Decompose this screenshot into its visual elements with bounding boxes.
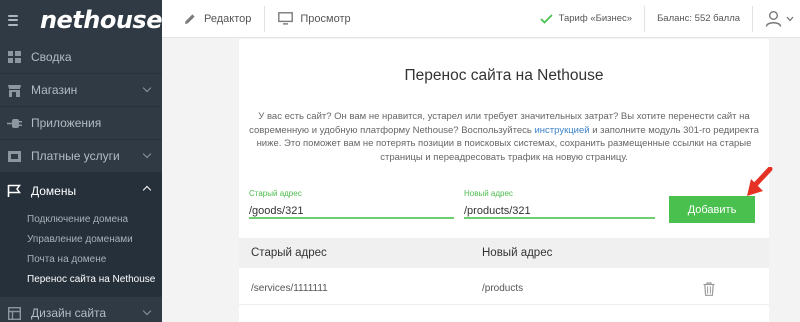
plug-icon	[6, 116, 22, 130]
wallet-icon	[6, 149, 22, 163]
chevron-up-icon	[142, 185, 152, 195]
old-address-input[interactable]	[249, 205, 454, 217]
sidebar: nethouse Сводка Магазин Приложения Платн…	[0, 0, 162, 322]
chevron-down-icon	[786, 16, 794, 21]
submenu-item-domain-mail[interactable]: Почта на домене	[0, 250, 162, 270]
nethouse-logo[interactable]: nethouse	[40, 6, 162, 34]
sidebar-item-summary[interactable]: Сводка	[0, 40, 162, 73]
menu-icon[interactable]	[8, 14, 18, 26]
chevron-down-icon	[142, 149, 152, 159]
balance-label[interactable]: Баланс: 552 балла	[657, 13, 740, 24]
red-arrow-annotation	[747, 167, 773, 196]
preview-button[interactable]: Просмотр	[278, 0, 351, 38]
user-menu[interactable]	[765, 0, 794, 38]
sidebar-item-label: Приложения	[31, 116, 102, 130]
sidebar-item-site-design[interactable]: Дизайн сайта	[0, 296, 162, 322]
chevron-down-icon	[142, 306, 152, 316]
site-transfer-card: Перенос сайта на Nethouse У вас есть сай…	[239, 39, 769, 322]
table-row: /services/1111111 /products	[239, 273, 769, 305]
submenu-item-connect-domain[interactable]: Подключение домена	[0, 210, 162, 230]
new-address-label: Новый адрес	[464, 189, 513, 198]
divider	[644, 5, 646, 32]
old-address-field[interactable]: Старый адрес	[249, 189, 454, 219]
trash-icon	[703, 281, 715, 296]
layout-icon	[6, 306, 22, 320]
monitor-icon	[278, 12, 294, 25]
sidebar-item-apps[interactable]: Приложения	[0, 106, 162, 139]
user-icon	[765, 11, 782, 27]
sidebar-item-label: Магазин	[31, 83, 78, 97]
domains-submenu: Подключение домена Управление доменами П…	[0, 208, 162, 296]
dashboard-icon	[6, 50, 22, 64]
preview-label: Просмотр	[300, 12, 351, 25]
checkmark-icon	[539, 13, 553, 24]
page-description: У вас есть сайт? Он вам не нравится, уст…	[249, 110, 759, 164]
redirects-table-header: Старый адрес Новый адрес	[239, 238, 769, 268]
old-address-cell: /services/1111111	[251, 283, 328, 294]
add-button[interactable]: Добавить	[669, 196, 755, 223]
old-address-label: Старый адрес	[249, 189, 302, 198]
sidebar-item-label: Домены	[31, 183, 77, 198]
submenu-item-site-transfer[interactable]: Перенос сайта на Nethouse	[0, 270, 162, 290]
flag-icon	[6, 184, 22, 198]
new-address-cell: /products	[482, 283, 524, 294]
instruction-link[interactable]: инструкцией	[534, 125, 589, 136]
submenu-item-manage-domains[interactable]: Управление доменами	[0, 230, 162, 250]
shop-icon	[6, 83, 22, 97]
editor-button[interactable]: Редактор	[184, 0, 251, 38]
new-address-input[interactable]	[464, 205, 655, 217]
plan-link[interactable]: Тариф «Бизнес»	[539, 13, 633, 24]
sidebar-header: nethouse	[0, 0, 162, 40]
new-address-field[interactable]: Новый адрес	[464, 189, 655, 219]
sidebar-item-paid-services[interactable]: Платные услуги	[0, 139, 162, 172]
delete-button[interactable]	[703, 273, 715, 304]
sidebar-item-label: Дизайн сайта	[31, 306, 107, 320]
sidebar-item-domains[interactable]: Домены	[0, 172, 162, 208]
column-header-old: Старый адрес	[251, 247, 327, 259]
divider	[264, 5, 266, 32]
sidebar-item-label: Сводка	[31, 49, 72, 64]
page-title: Перенос сайта на Nethouse	[404, 67, 604, 84]
divider	[752, 5, 754, 32]
chevron-down-icon	[142, 83, 152, 93]
main-content: Перенос сайта на Nethouse У вас есть сай…	[162, 39, 800, 322]
sidebar-item-label: Платные услуги	[31, 149, 120, 163]
pencil-icon	[185, 13, 195, 24]
sidebar-item-shop[interactable]: Магазин	[0, 73, 162, 106]
top-bar: Редактор Просмотр Тариф «Бизнес» Баланс:…	[162, 0, 800, 38]
column-header-new: Новый адрес	[482, 247, 553, 259]
editor-label: Редактор	[204, 12, 252, 25]
plan-label: Тариф «Бизнес»	[558, 13, 633, 24]
